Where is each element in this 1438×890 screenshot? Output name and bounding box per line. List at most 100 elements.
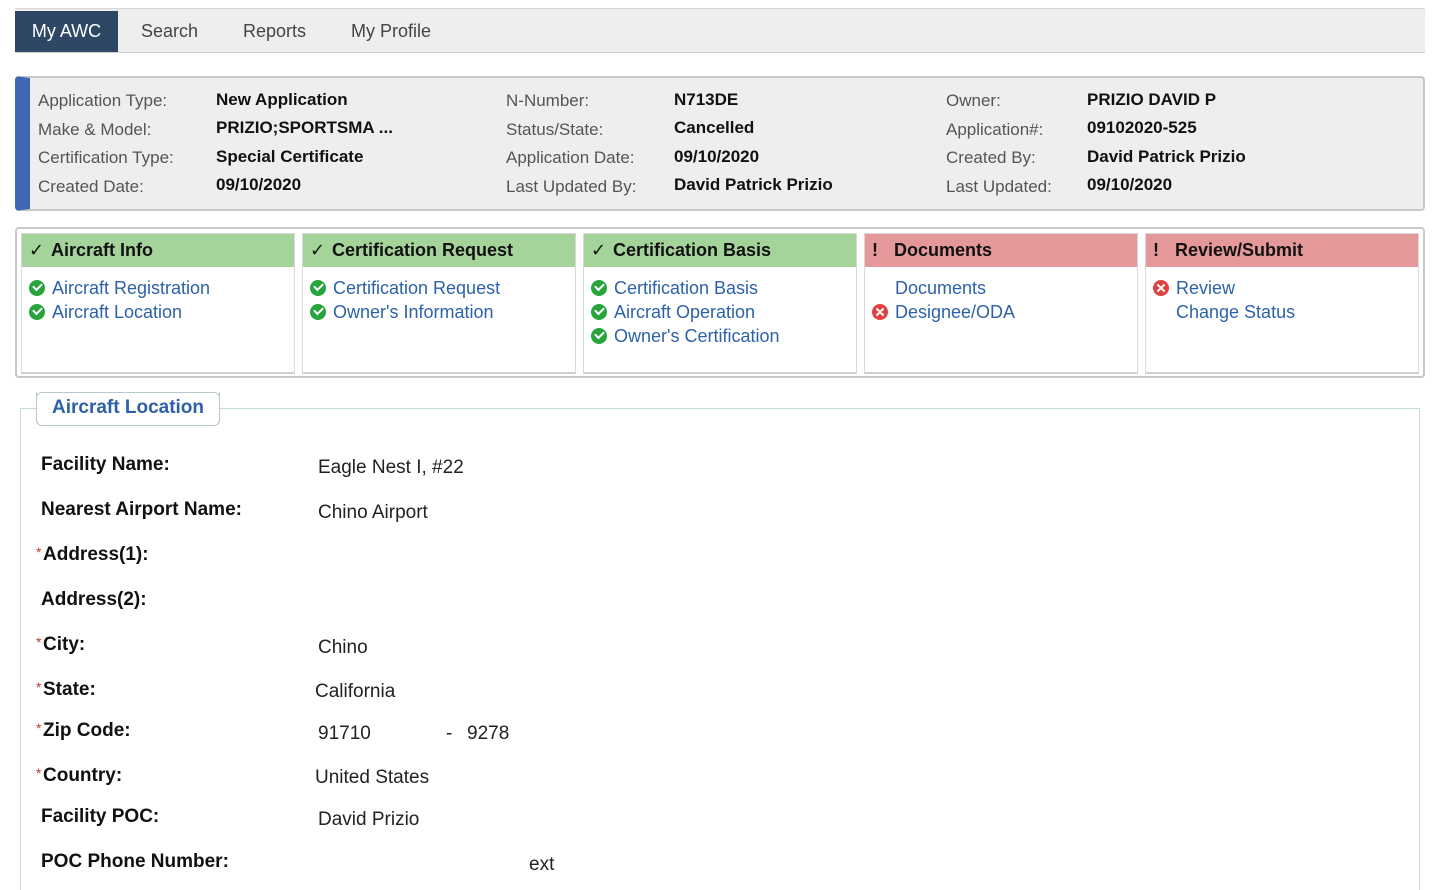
summary-label: Last Updated: — [946, 177, 1052, 196]
step-link-designee-oda[interactable]: Designee/ODA — [865, 300, 1137, 324]
step-link-certification-request[interactable]: Certification Request — [303, 276, 575, 300]
summary-value: Special Certificate — [216, 147, 364, 166]
step-title: Documents — [894, 240, 993, 260]
summary-label: Status/State: — [506, 120, 604, 139]
step-link-label: Documents — [895, 278, 987, 298]
required-marker: * — [36, 720, 42, 736]
step-aircraft-info: ✓ Aircraft Info Aircraft Registration Air… — [21, 233, 295, 374]
tab-reports[interactable]: Reports — [227, 11, 322, 52]
summary-value: 09102020-525 — [1087, 118, 1197, 137]
zip-extension-value: 9278 — [467, 723, 510, 744]
status-value: Cancelled — [674, 118, 755, 137]
step-link-label: Aircraft Operation — [614, 302, 756, 322]
summary-label: Owner: — [946, 91, 1001, 110]
summary-value: PRIZIO DAVID P — [1087, 90, 1217, 109]
step-documents: ! Documents Documents Designee/ODA — [864, 233, 1138, 374]
step-link-change-status[interactable]: Change Status — [1146, 300, 1418, 324]
summary-value: New Application — [216, 90, 348, 109]
aircraft-location-section — [20, 408, 1420, 890]
facility-name-label: Facility Name: — [41, 454, 170, 475]
check-circle-icon — [591, 280, 607, 296]
step-link-label: Certification Basis — [614, 278, 759, 298]
step-link-aircraft-location[interactable]: Aircraft Location — [22, 300, 294, 324]
tab-my-awc[interactable]: My AWC — [15, 11, 118, 52]
step-header[interactable]: ! Documents — [865, 234, 1137, 267]
address1-label: Address(1): — [43, 544, 149, 565]
top-nav: My AWC Search Reports My Profile — [15, 8, 1425, 53]
step-progress: ✓ Aircraft Info Aircraft Registration Air… — [15, 227, 1425, 378]
step-link-label: Certification Request — [333, 278, 501, 298]
step-header[interactable]: ✓ Certification Basis — [584, 234, 856, 267]
step-link-review[interactable]: Review — [1146, 276, 1418, 300]
check-circle-icon — [591, 304, 607, 320]
tab-my-profile[interactable]: My Profile — [335, 11, 447, 52]
error-circle-icon — [1153, 280, 1169, 296]
zip-code-label: Zip Code: — [43, 720, 131, 741]
required-marker: * — [36, 634, 42, 650]
summary-value: 09/10/2020 — [674, 147, 760, 166]
summary-label: Created By: — [946, 148, 1036, 167]
step-header[interactable]: ✓ Aircraft Info — [22, 234, 294, 267]
country-label: Country: — [43, 765, 123, 786]
step-title: Review/Submit — [1175, 240, 1304, 260]
step-link-label: Owner's Certification — [614, 326, 780, 346]
check-icon: ✓ — [591, 240, 607, 260]
zip-code-value: 91710 — [318, 723, 371, 744]
facility-poc-label: Facility POC: — [41, 806, 160, 827]
check-circle-icon — [310, 304, 326, 320]
summary-label: Application Type: — [38, 91, 168, 110]
summary-value: 09/10/2020 — [1087, 175, 1173, 194]
check-circle-icon — [29, 280, 45, 296]
check-icon: ✓ — [29, 240, 45, 260]
error-circle-icon — [872, 304, 888, 320]
step-link-label: Aircraft Location — [52, 302, 183, 322]
step-link-aircraft-registration[interactable]: Aircraft Registration — [22, 276, 294, 300]
facility-poc-value: David Prizio — [318, 809, 420, 830]
step-header[interactable]: ! Review/Submit — [1146, 234, 1418, 267]
step-link-label: Owner's Information — [333, 302, 494, 322]
step-title: Certification Basis — [613, 240, 772, 260]
address2-label: Address(2): — [41, 589, 147, 610]
state-value: California — [315, 681, 396, 702]
application-summary: Application Type: New Application Make &… — [15, 76, 1425, 211]
required-marker: * — [36, 679, 42, 695]
summary-value: David Patrick Prizio — [674, 175, 833, 194]
summary-label: Certification Type: — [38, 148, 174, 167]
poc-phone-ext-label: ext — [529, 854, 555, 875]
step-link-label: Designee/ODA — [895, 302, 1016, 322]
state-label: State: — [43, 679, 96, 700]
check-circle-icon — [310, 280, 326, 296]
city-label: City: — [43, 634, 86, 655]
step-link-label: Review — [1176, 278, 1236, 298]
step-link-aircraft-operation[interactable]: Aircraft Operation — [584, 300, 856, 324]
step-link-owners-certification[interactable]: Owner's Certification — [584, 324, 856, 348]
step-title: Aircraft Info — [51, 240, 154, 260]
step-link-label: Aircraft Registration — [52, 278, 211, 298]
city-value: Chino — [318, 637, 368, 658]
nearest-airport-label: Nearest Airport Name: — [41, 499, 242, 520]
summary-value: PRIZIO;SPORTSMA ... — [216, 118, 393, 137]
summary-value: 09/10/2020 — [216, 175, 302, 194]
required-marker: * — [36, 544, 42, 560]
tab-search[interactable]: Search — [125, 11, 214, 52]
step-review-submit: ! Review/Submit Review Change Status — [1145, 233, 1419, 374]
nearest-airport-value: Chino Airport — [318, 502, 428, 523]
summary-value: David Patrick Prizio — [1087, 147, 1246, 166]
zip-separator: - — [446, 723, 453, 744]
summary-label: Created Date: — [38, 177, 144, 196]
facility-name-value: Eagle Nest I, #22 — [318, 457, 464, 478]
step-header[interactable]: ✓ Certification Request — [303, 234, 575, 267]
blank-icon — [1153, 304, 1169, 320]
step-title: Certification Request — [332, 240, 514, 260]
blank-icon — [872, 280, 888, 296]
check-circle-icon — [591, 328, 607, 344]
step-link-certification-basis[interactable]: Certification Basis — [584, 276, 856, 300]
step-certification-request: ✓ Certification Request Certification Req… — [302, 233, 576, 374]
section-legend: Aircraft Location — [36, 392, 221, 426]
exclamation-icon: ! — [872, 240, 878, 260]
required-marker: * — [36, 765, 42, 781]
step-certification-basis: ✓ Certification Basis Certification Basis… — [583, 233, 857, 374]
step-link-documents[interactable]: Documents — [865, 276, 1137, 300]
summary-label: Application Date: — [506, 148, 635, 167]
step-link-owners-information[interactable]: Owner's Information — [303, 300, 575, 324]
